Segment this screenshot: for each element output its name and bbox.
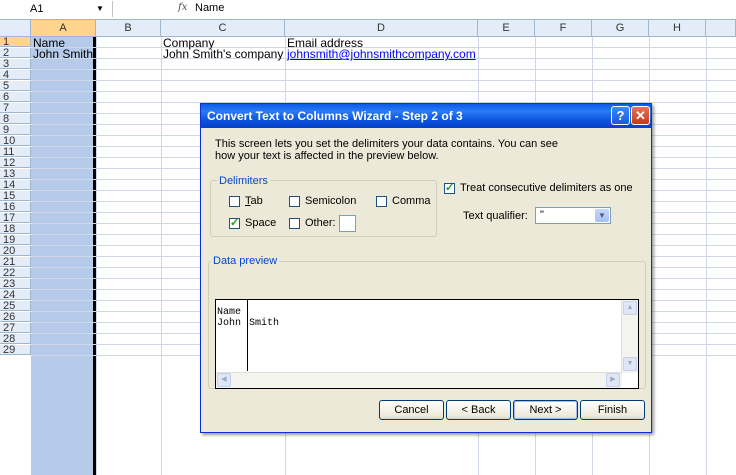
formula-bar: A1 ▼ fx Name [0, 0, 736, 20]
close-button[interactable]: ✕ [631, 106, 650, 125]
row-header[interactable]: 3 [0, 59, 31, 70]
chevron-down-icon[interactable]: ▼ [595, 209, 609, 222]
comma-checkbox[interactable] [376, 196, 387, 207]
row-header[interactable]: 20 [0, 246, 31, 257]
row-header[interactable]: 23 [0, 279, 31, 290]
row-header[interactable]: 4 [0, 70, 31, 81]
cell-reference: A1 [30, 3, 44, 15]
space-checkbox[interactable] [229, 216, 240, 229]
tab-checkbox[interactable] [229, 196, 240, 207]
other-delimiter-input[interactable] [339, 215, 356, 232]
column-header-h[interactable]: H [649, 20, 706, 36]
column-break-line[interactable] [247, 300, 248, 371]
finish-button[interactable]: Finish [580, 400, 645, 420]
row-header[interactable]: 16 [0, 202, 31, 213]
row-header[interactable]: 11 [0, 147, 31, 158]
preview-cell: Smith [249, 318, 280, 329]
column-header-d[interactable]: D [285, 20, 478, 36]
dialog-title: Convert Text to Columns Wizard - Step 2 … [207, 109, 463, 123]
text-to-columns-dialog: Convert Text to Columns Wizard - Step 2 … [200, 103, 652, 433]
row-header[interactable]: 9 [0, 125, 31, 136]
column-header-f[interactable]: F [535, 20, 592, 36]
consecutive-delimiters-checkbox[interactable] [444, 181, 455, 194]
next-button[interactable]: Next > [513, 400, 578, 420]
data-preview-box[interactable]: Name John Smith ▲ ▼ ◀ ▶ [215, 299, 639, 389]
consecutive-delimiters-label[interactable]: Treat consecutive delimiters as one [460, 182, 633, 194]
semicolon-label[interactable]: Semicolon [305, 195, 356, 207]
delimiters-legend: Delimiters [217, 175, 270, 187]
row-header[interactable]: 27 [0, 323, 31, 334]
row-header[interactable]: 18 [0, 224, 31, 235]
other-checkbox[interactable] [289, 218, 300, 229]
row-header[interactable]: 26 [0, 312, 31, 323]
preview-cell: John [217, 318, 242, 329]
row-header[interactable]: 2 [0, 48, 31, 59]
cell-d2-link[interactable]: johnsmith@johnsmithcompany.com [287, 48, 476, 60]
scroll-left-icon[interactable]: ◀ [217, 373, 231, 387]
text-qualifier-label: Text qualifier: [463, 210, 528, 222]
column-header-e[interactable]: E [478, 20, 535, 36]
instruction-text-line2: how your text is affected in the preview… [215, 150, 439, 162]
row-header[interactable]: 25 [0, 301, 31, 312]
row-header[interactable]: 10 [0, 136, 31, 147]
column-header-g[interactable]: G [592, 20, 649, 36]
column-header-c[interactable]: C [161, 20, 285, 36]
column-header-a[interactable]: A [31, 20, 96, 36]
row-header[interactable]: 22 [0, 268, 31, 279]
text-qualifier-value: " [540, 209, 544, 221]
horizontal-scrollbar[interactable]: ◀ ▶ [216, 372, 622, 388]
cancel-button[interactable]: Cancel [379, 400, 444, 420]
cell-c2[interactable]: John Smith's company [163, 48, 283, 60]
cell-a2[interactable]: John Smith [33, 48, 93, 60]
row-header[interactable]: 15 [0, 191, 31, 202]
row-header[interactable]: 29 [0, 345, 31, 356]
preview-cell: Name [217, 307, 242, 318]
other-label[interactable]: Other: [305, 217, 336, 229]
vertical-scrollbar[interactable]: ▲ ▼ [621, 300, 638, 373]
row-header[interactable]: 21 [0, 257, 31, 268]
help-button[interactable]: ? [611, 106, 630, 125]
row-header[interactable]: 19 [0, 235, 31, 246]
row-header[interactable]: 5 [0, 81, 31, 92]
row-header[interactable]: 7 [0, 103, 31, 114]
scroll-down-icon[interactable]: ▼ [623, 357, 637, 371]
chevron-down-icon[interactable]: ▼ [96, 4, 104, 13]
dialog-title-bar[interactable]: Convert Text to Columns Wizard - Step 2 … [201, 104, 651, 128]
column-header-partial[interactable] [706, 20, 736, 36]
row-header[interactable]: 12 [0, 158, 31, 169]
semicolon-checkbox[interactable] [289, 196, 300, 207]
row-header[interactable]: 17 [0, 213, 31, 224]
formula-input[interactable]: Name [195, 2, 224, 14]
row-header[interactable]: 6 [0, 92, 31, 103]
row-header[interactable]: 24 [0, 290, 31, 301]
tab-label[interactable]: Tab [245, 195, 263, 207]
column-headers: A B C D E F G H [0, 20, 736, 37]
data-preview-legend: Data preview [211, 255, 280, 267]
space-label[interactable]: Space [245, 217, 276, 229]
comma-label[interactable]: Comma [392, 195, 431, 207]
select-all-corner[interactable] [0, 20, 31, 36]
name-box[interactable]: A1 ▼ [0, 1, 113, 17]
row-header[interactable]: 1 [0, 37, 31, 48]
instruction-text-line1: This screen lets you set the delimiters … [215, 138, 559, 150]
row-header[interactable]: 13 [0, 169, 31, 180]
row-header[interactable]: 14 [0, 180, 31, 191]
row-header[interactable]: 28 [0, 334, 31, 345]
scroll-up-icon[interactable]: ▲ [623, 301, 637, 315]
text-qualifier-select[interactable]: " ▼ [535, 207, 611, 224]
column-header-b[interactable]: B [96, 20, 161, 36]
scroll-right-icon[interactable]: ▶ [606, 373, 620, 387]
row-header[interactable]: 8 [0, 114, 31, 125]
function-icon[interactable]: fx [178, 2, 187, 13]
back-button[interactable]: < Back [446, 400, 511, 420]
